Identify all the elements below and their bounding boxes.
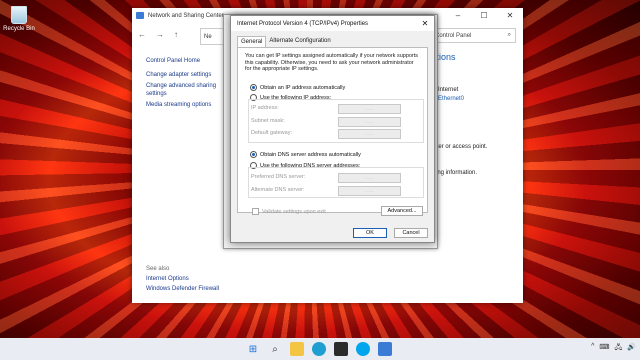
tray-expand-icon[interactable]: ^ bbox=[591, 343, 594, 354]
windows-defender-firewall-link[interactable]: Windows Defender Firewall bbox=[146, 284, 219, 294]
obtain-dns-auto-radio[interactable]: Obtain DNS server address automatically bbox=[250, 151, 361, 158]
network-icon[interactable]: 🖧 bbox=[614, 343, 622, 354]
description-text: You can get IP settings assigned automat… bbox=[245, 53, 419, 72]
control-panel-icon[interactable] bbox=[378, 342, 392, 356]
tab-alternate-configuration[interactable]: Alternate Configuration bbox=[266, 36, 333, 47]
validate-settings-checkbox[interactable]: Validate settings upon exit bbox=[252, 208, 326, 215]
ipv4-properties-dialog: Internet Protocol Version 4 (TCP/IPv4) P… bbox=[230, 15, 435, 243]
control-panel-title: Network and Sharing Center bbox=[148, 12, 224, 19]
radio-selected-icon bbox=[250, 84, 257, 91]
alternate-dns-label: Alternate DNS server: bbox=[251, 187, 305, 193]
ethernet-link[interactable]: Ethernet0 bbox=[438, 96, 464, 102]
subnet-mask-label: Subnet mask: bbox=[251, 118, 285, 124]
checkbox-icon bbox=[252, 208, 259, 215]
router-text: outer or access point. bbox=[430, 144, 488, 150]
dialog-close-icon[interactable]: ✕ bbox=[416, 16, 434, 31]
windows-start-icon[interactable]: ⊞ bbox=[246, 342, 260, 356]
control-panel-home-link[interactable]: Control Panel Home bbox=[146, 57, 232, 65]
left-pane: Control Panel Home Change adapter settin… bbox=[146, 57, 232, 112]
dialog-titlebar[interactable]: Internet Protocol Version 4 (TCP/IPv4) P… bbox=[231, 16, 434, 31]
recycle-bin-label: Recycle Bin bbox=[3, 26, 35, 32]
system-tray: ^ ⌨ 🖧 🔊 bbox=[591, 343, 636, 354]
minimize-button[interactable]: – bbox=[445, 8, 471, 23]
validate-settings-label: Validate settings upon exit bbox=[262, 208, 326, 215]
see-also-section: See also Internet Options Windows Defend… bbox=[146, 264, 219, 294]
taskbar: ⊞ ⌕ ^ ⌨ 🖧 🔊 bbox=[0, 338, 640, 360]
network-icon bbox=[136, 12, 144, 19]
recycle-bin-shortcut[interactable]: Recycle Bin bbox=[2, 6, 36, 32]
media-streaming-options-link[interactable]: Media streaming options bbox=[146, 101, 232, 109]
search-icon[interactable]: ⌕ bbox=[508, 32, 511, 39]
internet-label: Internet bbox=[438, 87, 459, 93]
tab-general[interactable]: General bbox=[237, 36, 267, 47]
search-icon[interactable]: ⌕ bbox=[268, 342, 282, 356]
close-button[interactable]: ✕ bbox=[497, 8, 523, 23]
address-text: Ne bbox=[204, 33, 212, 40]
info-text: ing information. bbox=[436, 170, 478, 176]
volume-icon[interactable]: 🔊 bbox=[627, 343, 636, 354]
file-explorer-icon[interactable] bbox=[290, 342, 304, 356]
obtain-ip-auto-label: Obtain an IP address automatically bbox=[260, 84, 346, 91]
up-arrow-icon[interactable]: ↑ bbox=[174, 30, 178, 39]
edge-icon[interactable] bbox=[312, 342, 326, 356]
dialog-tabs: General Alternate Configuration bbox=[237, 36, 334, 47]
default-gateway-field[interactable]: . . . bbox=[338, 129, 401, 139]
back-arrow-icon[interactable]: ← bbox=[138, 30, 146, 39]
ok-button[interactable]: OK bbox=[353, 228, 387, 238]
preferred-dns-field[interactable]: . . . bbox=[338, 173, 401, 183]
obtain-dns-auto-label: Obtain DNS server address automatically bbox=[260, 151, 361, 158]
internet-options-link[interactable]: Internet Options bbox=[146, 274, 219, 284]
keyboard-icon[interactable]: ⌨ bbox=[599, 343, 609, 354]
preferred-dns-label: Preferred DNS server: bbox=[251, 174, 306, 180]
skype-icon[interactable] bbox=[356, 342, 370, 356]
ip-address-field[interactable]: . . . bbox=[338, 104, 401, 114]
see-also-header: See also bbox=[146, 266, 170, 272]
maximize-button[interactable]: ☐ bbox=[471, 8, 497, 23]
change-advanced-sharing-link[interactable]: Change advanced sharing settings bbox=[146, 82, 232, 98]
advanced-button[interactable]: Advanced... bbox=[381, 206, 423, 216]
store-icon[interactable] bbox=[334, 342, 348, 356]
dialog-title: Internet Protocol Version 4 (TCP/IPv4) P… bbox=[237, 20, 369, 27]
cancel-button[interactable]: Cancel bbox=[394, 228, 428, 238]
ip-address-label: IP address: bbox=[251, 105, 279, 111]
alternate-dns-field[interactable]: . . . bbox=[338, 186, 401, 196]
radio-selected-icon bbox=[250, 151, 257, 158]
obtain-ip-auto-radio[interactable]: Obtain an IP address automatically bbox=[250, 84, 345, 91]
forward-arrow-icon[interactable]: → bbox=[156, 30, 164, 39]
subnet-mask-field[interactable]: . . . bbox=[338, 117, 401, 127]
change-adapter-settings-link[interactable]: Change adapter settings bbox=[146, 71, 232, 79]
general-panel: You can get IP settings assigned automat… bbox=[237, 47, 428, 216]
default-gateway-label: Default gateway: bbox=[251, 130, 292, 136]
recycle-bin-icon bbox=[11, 6, 27, 24]
